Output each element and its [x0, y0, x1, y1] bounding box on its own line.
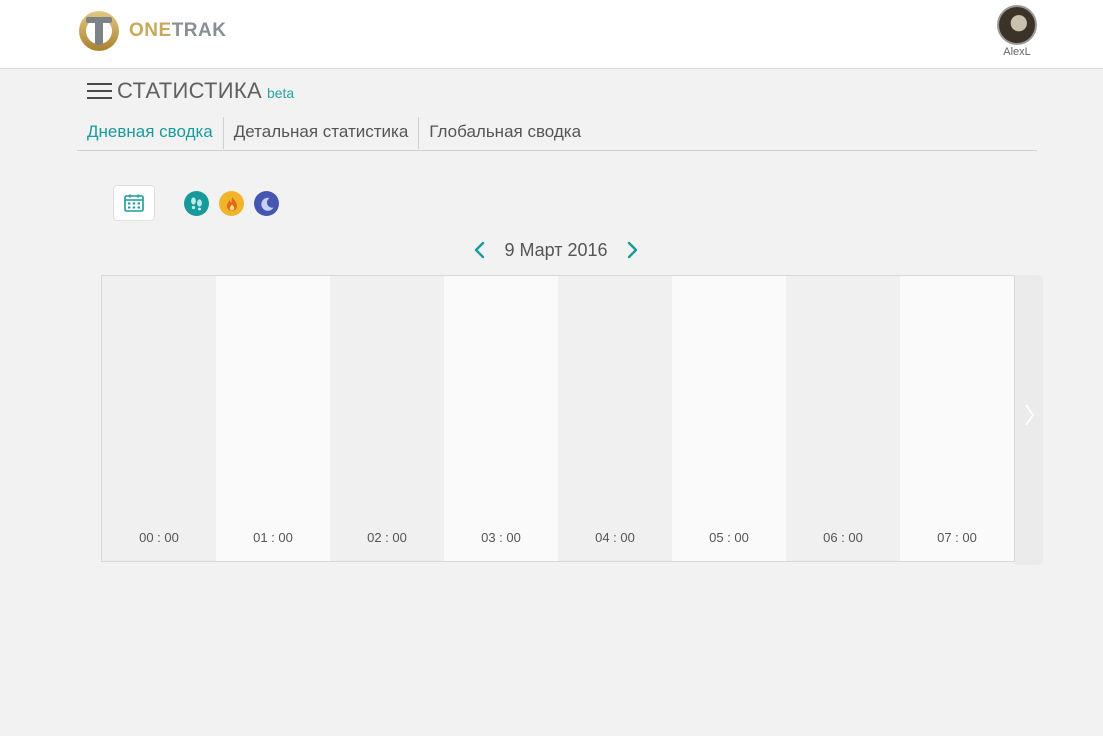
date-navigator: 9 Март 2016: [470, 238, 645, 262]
moon-icon: [260, 197, 273, 211]
hour-column: 03 : 00: [444, 276, 558, 561]
page-title: СТАТИСТИКА: [117, 78, 262, 103]
logo-icon: [79, 11, 119, 51]
tab-detailed-stats[interactable]: Детальная статистика: [224, 117, 420, 149]
page-header: СТАТИСТИКА beta: [87, 78, 294, 104]
user-menu[interactable]: AlexL: [995, 5, 1039, 58]
top-bar: ONETRAK AlexL: [0, 0, 1103, 69]
hour-label: 03 : 00: [481, 530, 521, 545]
hour-label: 04 : 00: [595, 530, 635, 545]
hour-column: 00 : 00: [102, 276, 216, 561]
calendar-button[interactable]: [113, 185, 155, 221]
hour-label: 02 : 00: [367, 530, 407, 545]
chevron-right-icon: [1025, 404, 1034, 426]
hour-column: 06 : 00: [786, 276, 900, 561]
tab-global-summary[interactable]: Глобальная сводка: [419, 117, 591, 149]
hour-column: 01 : 00: [216, 276, 330, 561]
footprints-icon: [191, 197, 202, 211]
hour-column: 04 : 00: [558, 276, 672, 561]
hour-label: 01 : 00: [253, 530, 293, 545]
hour-label: 06 : 00: [823, 530, 863, 545]
flame-icon: [226, 196, 237, 211]
sleep-filter-button[interactable]: [254, 191, 279, 216]
steps-filter-button[interactable]: [184, 191, 209, 216]
current-date: 9 Март 2016: [504, 240, 608, 260]
hour-column: 07 : 00: [900, 276, 1014, 561]
hour-column: 02 : 00: [330, 276, 444, 561]
hourly-timeline: 00 : 00 01 : 00 02 : 00 03 : 00 04 : 00 …: [101, 275, 1015, 562]
hour-column: 05 : 00: [672, 276, 786, 561]
hour-label: 07 : 00: [937, 530, 977, 545]
timeline-scroll-right[interactable]: [1015, 275, 1043, 565]
avatar[interactable]: [997, 5, 1037, 45]
next-day-icon[interactable]: [622, 240, 642, 260]
stats-tabs: Дневная сводка Детальная статистика Глоб…: [77, 117, 1037, 151]
calendar-icon: [124, 194, 144, 212]
hamburger-menu-icon[interactable]: [87, 83, 112, 101]
hour-label: 00 : 00: [139, 530, 179, 545]
beta-badge: beta: [266, 85, 295, 101]
logo-wordmark: ONETRAK: [129, 20, 227, 41]
hour-label: 05 : 00: [709, 530, 749, 545]
user-name: AlexL: [1003, 46, 1031, 58]
tab-daily-summary[interactable]: Дневная сводка: [77, 117, 224, 149]
calories-filter-button[interactable]: [219, 191, 244, 216]
onetrak-logo[interactable]: ONETRAK: [77, 9, 226, 53]
